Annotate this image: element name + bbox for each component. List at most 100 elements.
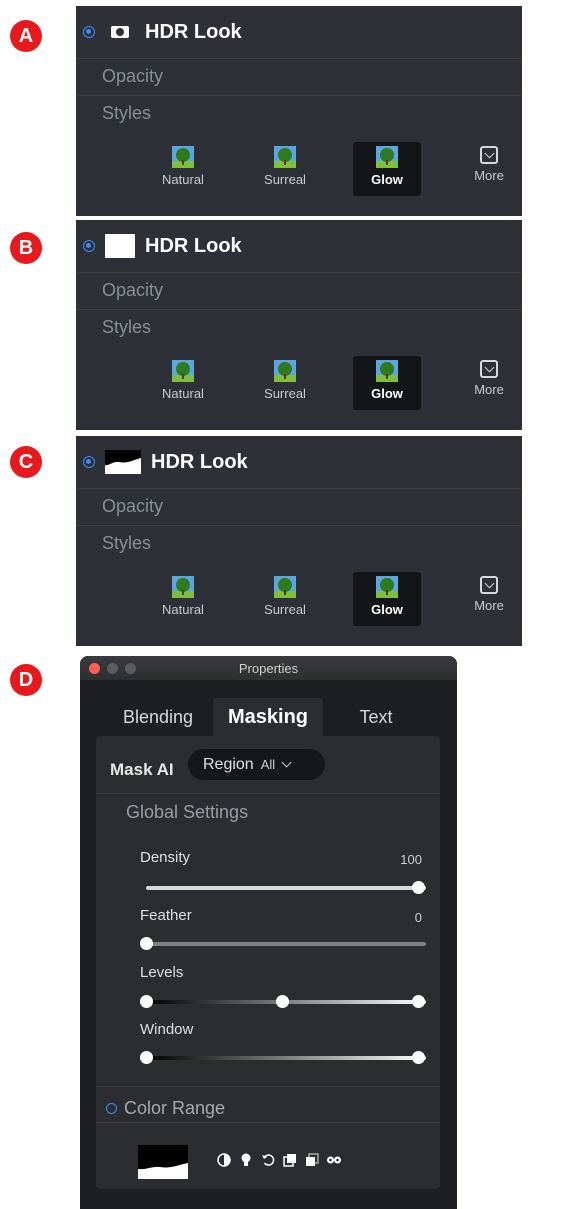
window-title: Properties: [238, 660, 299, 676]
properties-tabs: Blending Masking Text: [80, 680, 457, 736]
styles-strip: Natural Surreal Glow More: [76, 564, 522, 634]
feather-slider[interactable]: [146, 942, 426, 946]
style-surreal[interactable]: Surreal: [251, 572, 319, 626]
style-natural[interactable]: Natural: [149, 142, 217, 196]
region-value: All: [260, 757, 276, 772]
tree-thumbnail-icon: [376, 360, 398, 382]
zoom-window-icon[interactable]: [125, 663, 136, 674]
style-label: Surreal: [264, 172, 306, 187]
layer-title: HDR Look: [145, 20, 242, 43]
tree-thumbnail-icon: [274, 360, 296, 382]
styles-label: Styles: [102, 533, 152, 553]
styles-label: Styles: [102, 103, 152, 123]
style-label: Surreal: [264, 386, 306, 401]
window-slider[interactable]: [146, 1056, 426, 1060]
badge-c: C: [10, 446, 42, 478]
color-range-header[interactable]: Color Range: [106, 1098, 225, 1119]
tab-blending[interactable]: Blending: [106, 698, 210, 736]
style-label: Natural: [162, 172, 204, 187]
feather-slider-handle[interactable]: [140, 937, 153, 950]
divider: [96, 1122, 440, 1123]
close-window-icon[interactable]: [89, 663, 100, 674]
mask-ai-label: Mask AI: [110, 760, 174, 779]
density-slider-handle[interactable]: [412, 881, 425, 894]
style-more[interactable]: More: [455, 142, 522, 196]
layer-title: HDR Look: [151, 450, 248, 473]
style-natural[interactable]: Natural: [149, 572, 217, 626]
styles-strip: Natural Surreal Glow More: [76, 134, 522, 204]
layer-title: HDR Look: [145, 234, 242, 257]
chevron-down-box-icon: [480, 576, 498, 594]
badge-d: D: [10, 664, 42, 696]
styles-row: Styles: [76, 309, 522, 345]
layer-header[interactable]: HDR Look: [76, 436, 522, 488]
levels-label: Levels: [140, 964, 184, 981]
color-range-label: Color Range: [124, 1098, 226, 1118]
opacity-row[interactable]: Opacity: [76, 272, 522, 308]
opacity-row[interactable]: Opacity: [76, 488, 522, 524]
style-glow[interactable]: Glow: [353, 356, 421, 410]
radio-selected-icon[interactable]: [83, 456, 95, 468]
view-mask-icon[interactable]: [326, 1152, 342, 1168]
layer-header[interactable]: HDR Look: [76, 220, 522, 272]
white-mask-thumbnail-icon: [105, 234, 135, 258]
style-surreal[interactable]: Surreal: [251, 142, 319, 196]
region-label: Region: [203, 755, 254, 773]
window-high-handle[interactable]: [412, 1051, 425, 1064]
radio-selected-icon[interactable]: [83, 240, 95, 252]
styles-strip: Natural Surreal Glow More: [76, 348, 522, 418]
badge-a: A: [10, 20, 42, 52]
style-glow[interactable]: Glow: [353, 142, 421, 196]
style-more[interactable]: More: [455, 572, 522, 626]
feather-value: 0: [414, 910, 422, 925]
styles-label: Styles: [102, 317, 152, 337]
region-dropdown[interactable]: Region All: [188, 749, 325, 780]
invert-mask-icon[interactable]: [216, 1152, 232, 1168]
levels-mid-handle[interactable]: [276, 995, 289, 1008]
radio-unselected-icon[interactable]: [106, 1103, 117, 1114]
global-settings-header[interactable]: Global Settings: [126, 802, 248, 823]
levels-white-handle[interactable]: [412, 995, 425, 1008]
paste-mask-icon[interactable]: [304, 1152, 320, 1168]
style-label: More: [474, 168, 504, 183]
window-titlebar: Properties: [80, 656, 457, 680]
window-low-handle[interactable]: [140, 1051, 153, 1064]
chevron-down-box-icon: [480, 146, 498, 164]
style-more[interactable]: More: [455, 356, 522, 410]
style-natural[interactable]: Natural: [149, 356, 217, 410]
feather-label: Feather: [140, 907, 192, 924]
style-glow[interactable]: Glow: [353, 572, 421, 626]
density-label: Density: [140, 849, 191, 866]
opacity-row[interactable]: Opacity: [76, 58, 522, 94]
properties-window: Properties Blending Masking Text Mask AI…: [80, 656, 457, 1209]
mask-tools-toolbar: [216, 1152, 342, 1168]
tab-text[interactable]: Text: [338, 698, 414, 736]
style-label: More: [474, 382, 504, 397]
chevron-down-icon: [281, 757, 292, 767]
tree-thumbnail-icon: [172, 360, 194, 382]
style-label: Glow: [371, 172, 403, 187]
tree-thumbnail-icon: [172, 146, 194, 168]
style-surreal[interactable]: Surreal: [251, 356, 319, 410]
brushed-mask-thumbnail-icon: [105, 450, 141, 474]
radio-selected-icon[interactable]: [83, 26, 95, 38]
style-label: Glow: [371, 386, 403, 401]
lightbulb-icon[interactable]: [238, 1152, 254, 1168]
style-label: Natural: [162, 602, 204, 617]
reset-icon[interactable]: [260, 1152, 276, 1168]
tree-thumbnail-icon: [376, 146, 398, 168]
styles-row: Styles: [76, 525, 522, 561]
tree-thumbnail-icon: [274, 146, 296, 168]
masking-panel: Mask AI Region All Global Settings Densi…: [96, 736, 440, 1189]
tree-thumbnail-icon: [376, 576, 398, 598]
density-value: 100: [400, 852, 422, 867]
opacity-label: Opacity: [102, 280, 164, 300]
layer-header[interactable]: HDR Look: [76, 6, 522, 58]
copy-mask-icon[interactable]: [282, 1152, 298, 1168]
levels-black-handle[interactable]: [140, 995, 153, 1008]
density-slider[interactable]: [146, 886, 426, 890]
tab-masking[interactable]: Masking: [213, 698, 323, 736]
minimize-window-icon[interactable]: [107, 663, 118, 674]
style-label: Natural: [162, 386, 204, 401]
tree-thumbnail-icon: [274, 576, 296, 598]
